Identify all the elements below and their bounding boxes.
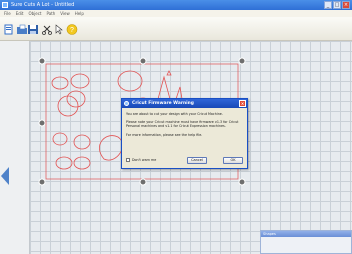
ok-button[interactable]: OK [223, 157, 243, 164]
firmware-warning-dialog: Cricut Firmware Warning × You are about … [121, 98, 248, 169]
shape-ellipse [55, 156, 73, 170]
info-icon [124, 101, 129, 106]
toolbar: ? [0, 17, 352, 41]
cut-scissors-icon[interactable] [41, 24, 53, 35]
shape-heart [166, 70, 172, 76]
shape-ellipse [70, 73, 90, 89]
shape-ellipse [57, 95, 79, 117]
shapes-panel: Shapes [260, 230, 352, 254]
shape-ellipse [73, 156, 91, 170]
shape-ellipse [66, 90, 86, 108]
window-controls: _ □ × [324, 1, 350, 9]
menu-path[interactable]: Path [46, 10, 55, 17]
shape-ellipse [117, 70, 143, 92]
help-icon[interactable]: ? [66, 24, 78, 35]
pointer-icon[interactable] [53, 24, 65, 35]
shape-ellipse [52, 132, 68, 146]
maximize-button[interactable]: □ [333, 1, 341, 9]
dialog-footer: Don't warn me Cancel OK [126, 157, 243, 164]
panel-title: Shapes [261, 231, 351, 237]
shape-house [157, 75, 183, 100]
left-ruler [0, 41, 30, 254]
cancel-button[interactable]: Cancel [187, 157, 207, 164]
menu-object[interactable]: Object [28, 10, 41, 17]
new-file-icon[interactable] [3, 24, 15, 35]
dialog-message-1: You are about to cut your design with yo… [126, 112, 223, 116]
save-icon[interactable] [27, 24, 39, 35]
window-titlebar: Sure Cuts A Lot - Untitled _ □ × [0, 0, 352, 10]
dont-warn-label: Don't warn me [132, 158, 157, 162]
menu-help[interactable]: Help [75, 10, 84, 17]
left-arrow-icon[interactable] [1, 167, 9, 185]
dont-warn-checkbox[interactable] [126, 158, 130, 162]
close-window-button[interactable]: × [342, 1, 350, 9]
dialog-message-2: Please note your Cricut machine must hav… [126, 120, 239, 129]
dialog-close-button[interactable]: × [239, 100, 246, 107]
menu-view[interactable]: View [60, 10, 70, 17]
menu-file[interactable]: File [4, 10, 11, 17]
window-title: Sure Cuts A Lot - Untitled [11, 2, 75, 8]
menu-edit[interactable]: Edit [16, 10, 24, 17]
shape-ellipse [73, 134, 91, 150]
minimize-button[interactable]: _ [324, 1, 332, 9]
menu-bar: File Edit Object Path View Help [0, 10, 352, 17]
app-icon [2, 2, 8, 8]
svg-text:?: ? [70, 27, 74, 34]
dialog-title: Cricut Firmware Warning [132, 101, 194, 106]
dialog-body: You are about to cut your design with yo… [122, 108, 247, 137]
shape-blob [99, 135, 123, 161]
shape-ellipse [51, 76, 69, 90]
dialog-message-3: For more information, please see the hel… [126, 132, 203, 137]
dialog-titlebar: Cricut Firmware Warning × [122, 99, 247, 108]
